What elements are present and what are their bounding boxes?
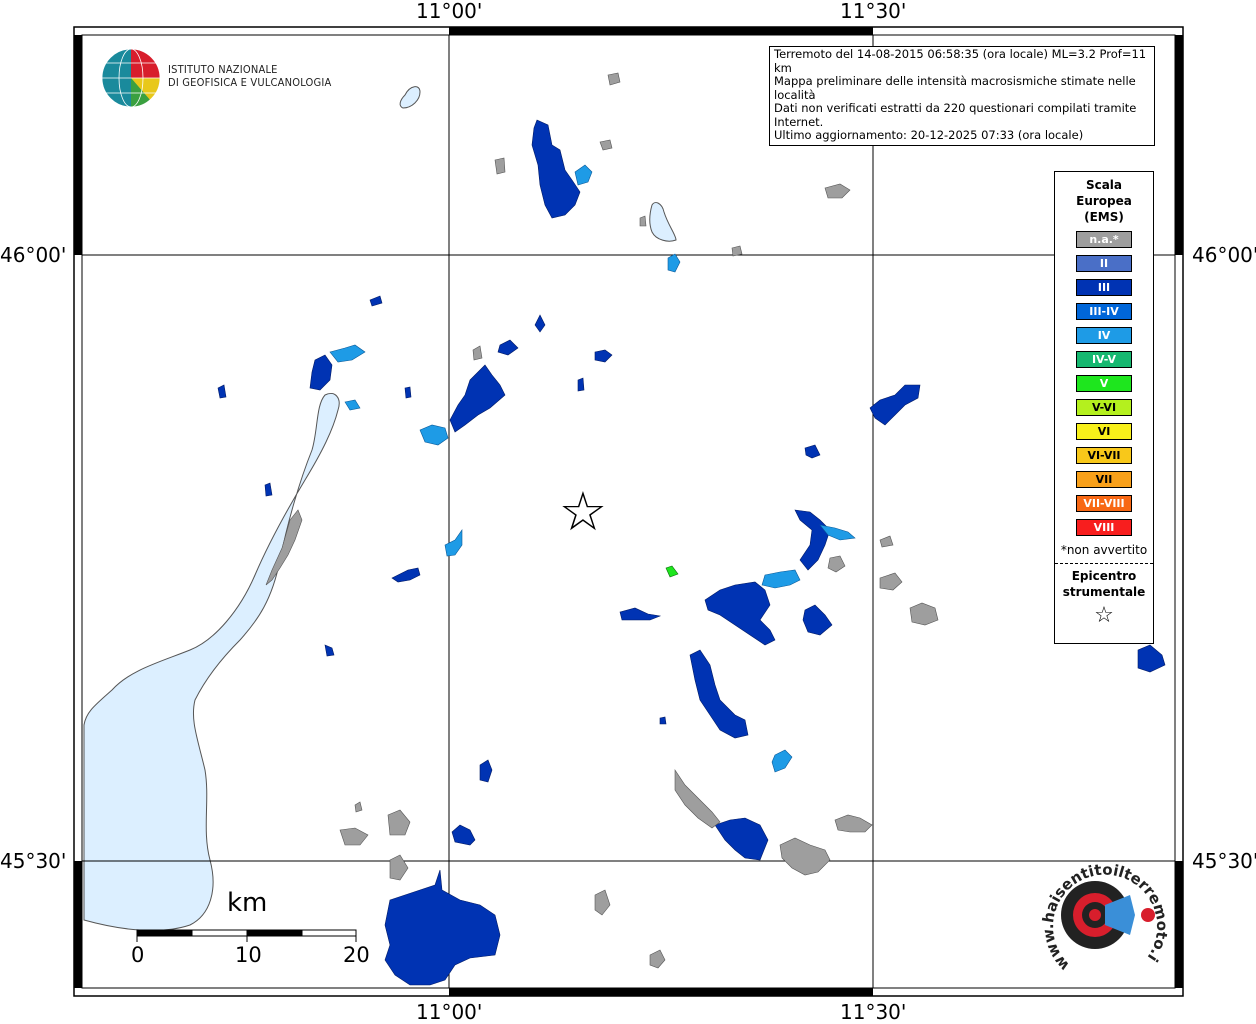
- legend-swatch: V: [1076, 375, 1132, 392]
- event-info-line4: Ultimo aggiornamento: 20-12-2025 07:33 (…: [774, 128, 1084, 142]
- legend-swatch: VIII: [1076, 519, 1132, 536]
- legend-epicenter-line2: strumentale: [1062, 585, 1146, 599]
- lat-label-left-45-30: 45°30': [0, 849, 67, 873]
- event-info-box: Terremoto del 14-08-2015 06:58:35 (ora l…: [769, 46, 1155, 146]
- legend-epicenter-star-icon: ☆: [1094, 603, 1114, 628]
- epicenter-star: ☆: [559, 480, 607, 543]
- lake-small-2: [649, 202, 677, 242]
- legend-swatch: VII: [1076, 471, 1132, 488]
- map-frame: [73, 26, 1184, 997]
- intensity-V-areas: [665, 565, 679, 578]
- ingv-logo-line1: ISTITUTO NAZIONALE: [168, 63, 278, 76]
- legend-title-line2: Europea: [1076, 194, 1132, 208]
- legend-swatch: IV-V: [1076, 351, 1132, 368]
- lat-label-left-46-00: 46°00': [0, 243, 67, 267]
- lon-label-top-11-30: 11°30': [840, 0, 907, 23]
- scale-tick-20: 20: [343, 943, 370, 967]
- legend-swatch: VII-VIII: [1076, 495, 1132, 512]
- legend-swatch: V-VI: [1076, 399, 1132, 416]
- legend-swatch: II: [1076, 255, 1132, 272]
- frame-segment-bottom: [449, 988, 873, 996]
- legend-separator: [1055, 563, 1153, 564]
- lake-small-1: [399, 86, 421, 109]
- scale-unit-label: km: [227, 888, 268, 918]
- scale-tick-0: 0: [131, 943, 145, 967]
- lat-label-right-45-30: 45°30': [1192, 849, 1256, 873]
- intensity-III-areas: [217, 119, 1166, 986]
- legend-swatch: III-IV: [1076, 303, 1132, 320]
- frame-segment-top: [449, 27, 873, 35]
- legend-epicenter-line1: Epicentro: [1071, 569, 1137, 583]
- lon-label-bottom-11-30: 11°30': [840, 1000, 907, 1024]
- legend-epicenter-label: Epicentro strumentale: [1055, 568, 1153, 600]
- legend-note: *non avvertito: [1060, 543, 1148, 557]
- lon-label-top-11-00: 11°00': [416, 0, 483, 23]
- legend-swatch: n.a.*: [1076, 231, 1132, 248]
- legend-swatches: n.a.* II III III-IV IV IV-V V V-VI VI VI-VII VII VI…: [1055, 231, 1153, 536]
- event-info-line1: Terremoto del 14-08-2015 06:58:35 (ora l…: [774, 47, 1147, 75]
- legend-title-line1: Scala: [1085, 178, 1123, 192]
- intensity-IV-areas: [329, 164, 856, 773]
- frame-segment-right-bottom: [1175, 861, 1183, 988]
- legend-title: Scala Europea (EMS): [1055, 177, 1153, 225]
- scale-bar: [136, 929, 357, 942]
- ingv-logo-text: ISTITUTO NAZIONALE DI GEOFISICA E VULCAN…: [168, 63, 331, 89]
- event-info-line2: Mappa preliminare delle intensità macros…: [774, 74, 1136, 102]
- lat-label-right-46-00: 46°00': [1192, 243, 1256, 267]
- frame-segment-left-bottom: [74, 861, 82, 988]
- ems-legend: Scala Europea (EMS) n.a.* II III III-IV IV IV…: [1054, 171, 1154, 644]
- ingv-logo-globe: [101, 48, 161, 108]
- event-info-line3: Dati non verificati estratti da 220 ques…: [774, 101, 1137, 129]
- scale-tick-10: 10: [235, 943, 262, 967]
- ingv-logo-line2: DI GEOFISICA E VULCANOLOGIA: [168, 76, 332, 89]
- legend-swatch: VI: [1076, 423, 1132, 440]
- lon-label-bottom-11-00: 11°00': [416, 1000, 483, 1024]
- map-inner-frame: [81, 34, 1176, 989]
- lake-garda: [83, 393, 340, 931]
- legend-swatch: IV: [1076, 327, 1132, 344]
- legend-swatch: III: [1076, 279, 1132, 296]
- frame-segment-right-top: [1175, 35, 1183, 255]
- legend-title-line3: (EMS): [1084, 210, 1124, 224]
- frame-segment-left-top: [74, 35, 82, 255]
- legend-swatch: VI-VII: [1076, 447, 1132, 464]
